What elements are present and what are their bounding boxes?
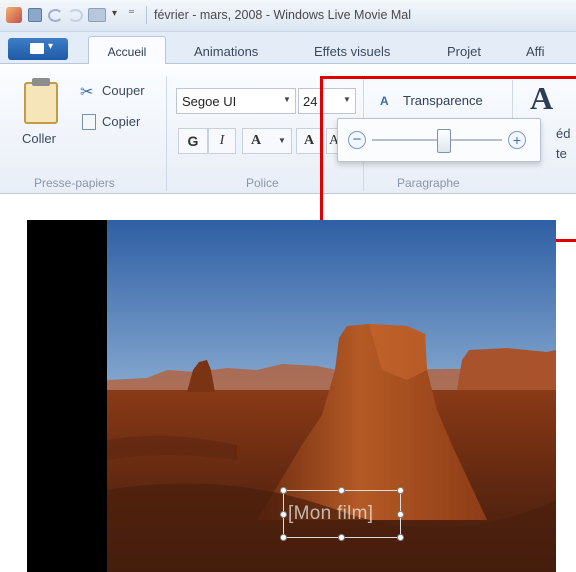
resize-handle[interactable] xyxy=(280,534,287,541)
highlight-annotation xyxy=(320,76,576,242)
paste-icon[interactable] xyxy=(24,82,58,124)
menu-icon xyxy=(30,43,44,54)
tab-accueil[interactable]: Accueil xyxy=(88,36,166,65)
tab-affichage[interactable]: Affi xyxy=(526,44,545,59)
grow-font-button[interactable]: A xyxy=(296,128,322,154)
undo-icon[interactable] xyxy=(48,9,63,22)
group-label-clipboard: Presse-papiers xyxy=(34,176,115,190)
scissors-icon[interactable]: ✂ xyxy=(80,82,93,102)
title-text[interactable]: [Mon film] xyxy=(288,503,373,525)
copy-icon[interactable] xyxy=(82,114,96,130)
tab-effets-visuels[interactable]: Effets visuels xyxy=(314,44,390,59)
bold-button[interactable]: G xyxy=(178,128,208,154)
resize-handle[interactable] xyxy=(338,487,345,494)
window-title: février - mars, 2008 - Windows Live Movi… xyxy=(154,8,412,22)
app-icon[interactable] xyxy=(6,7,22,23)
copy-button[interactable]: Copier xyxy=(102,114,140,129)
snapshot-icon[interactable] xyxy=(88,8,106,22)
resize-handle[interactable] xyxy=(397,534,404,541)
italic-button[interactable]: I xyxy=(208,128,236,154)
group-label-font: Police xyxy=(246,176,279,190)
font-name-select[interactable]: Segoe UI xyxy=(176,88,296,114)
title-separator xyxy=(146,6,147,24)
redo-icon[interactable] xyxy=(68,9,83,22)
chevron-down-icon: ▾ xyxy=(48,41,54,52)
paste-button-label[interactable]: Coller xyxy=(22,131,56,146)
cut-button[interactable]: Couper xyxy=(102,83,145,98)
resize-handle[interactable] xyxy=(338,534,345,541)
chevron-down-icon[interactable]: ▼ xyxy=(283,95,291,104)
clipboard-clip-icon xyxy=(32,78,50,86)
tab-projet[interactable]: Projet xyxy=(447,44,481,59)
save-icon[interactable] xyxy=(28,8,42,22)
resize-handle[interactable] xyxy=(397,487,404,494)
resize-handle[interactable] xyxy=(280,487,287,494)
resize-handle[interactable] xyxy=(280,511,287,518)
ribbon-tabs xyxy=(0,32,576,64)
customize-icon[interactable]: ⁼ xyxy=(128,6,135,22)
group-separator xyxy=(166,76,167,191)
tab-animations[interactable]: Animations xyxy=(194,44,258,59)
resize-handle[interactable] xyxy=(397,511,404,518)
app-menu-button[interactable]: ▾ xyxy=(8,38,68,60)
chevron-down-icon[interactable]: ▼ xyxy=(278,136,286,145)
dropdown-icon[interactable]: ▾ xyxy=(112,8,117,19)
